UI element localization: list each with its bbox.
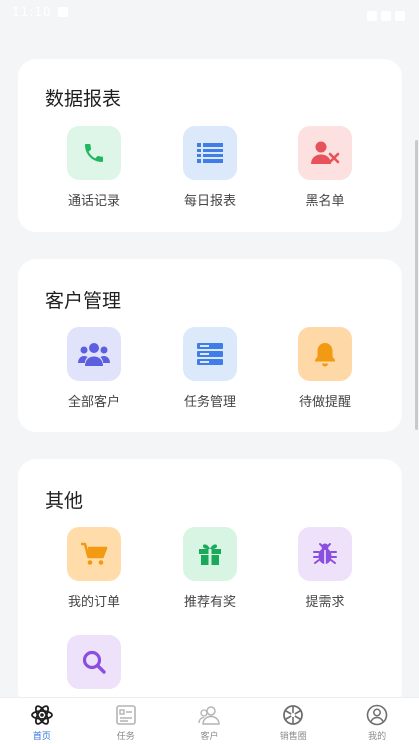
- referral-reward-icon-box: [183, 527, 237, 581]
- status-bar: 11:10: [0, 0, 419, 26]
- system-icons: [363, 6, 409, 21]
- bell-icon: [315, 343, 335, 367]
- tab-sales-circle[interactable]: 销售圈: [251, 698, 335, 744]
- all-customers-tile[interactable]: 全部客户: [49, 327, 139, 410]
- blacklist-icon-box: [298, 126, 352, 180]
- blacklist-tile[interactable]: 黑名单: [280, 126, 370, 209]
- reports-card: 数据报表 通话记录 每日报表 黑名单: [18, 59, 402, 232]
- search-tile[interactable]: [49, 635, 139, 689]
- server-icon: [197, 343, 223, 365]
- atom-icon: [30, 705, 53, 725]
- reminders-tile[interactable]: 待做提醒: [280, 327, 370, 410]
- wifi-icon: [367, 11, 377, 21]
- feature-request-tile[interactable]: 提需求: [280, 527, 370, 610]
- task-management-icon-box: [183, 327, 237, 381]
- tab-customers[interactable]: 客户: [168, 698, 252, 744]
- tab-customers-label: 客户: [200, 732, 219, 742]
- tab-profile[interactable]: 我的: [335, 698, 419, 744]
- status-time: 11:10: [12, 5, 52, 19]
- daily-report-tile[interactable]: 每日报表: [165, 126, 255, 209]
- users-icon: [78, 343, 110, 366]
- daily-report-label: 每日报表: [183, 194, 236, 209]
- referral-reward-tile[interactable]: 推荐有奖: [165, 527, 255, 610]
- scrollbar[interactable]: [415, 140, 418, 430]
- all-customers-icon-box: [67, 327, 121, 381]
- feature-request-icon-box: [298, 527, 352, 581]
- tab-sales-circle-label: 销售圈: [279, 732, 307, 742]
- customers-title: 客户管理: [45, 290, 122, 312]
- daily-report-icon-box: [183, 126, 237, 180]
- reports-title: 数据报表: [45, 88, 122, 110]
- other-title: 其他: [45, 490, 84, 512]
- referral-reward-label: 推荐有奖: [183, 595, 236, 610]
- tab-profile-label: 我的: [368, 732, 387, 742]
- all-customers-label: 全部客户: [67, 395, 120, 410]
- tab-tasks[interactable]: 任务: [84, 698, 168, 744]
- search-icon-box: [67, 635, 121, 689]
- task-management-label: 任务管理: [183, 395, 236, 410]
- cart-icon: [81, 542, 108, 565]
- task-card-icon: [115, 705, 136, 725]
- reminders-label: 待做提醒: [298, 395, 351, 410]
- profile-icon: [366, 704, 388, 726]
- list-icon: [197, 143, 223, 163]
- gift-icon: [199, 544, 221, 565]
- my-orders-icon-box: [67, 527, 121, 581]
- phone-icon: [85, 144, 103, 162]
- my-orders-label: 我的订单: [67, 595, 120, 610]
- tab-home-label: 首页: [32, 732, 51, 742]
- signal-icon: [381, 11, 391, 21]
- battery-icon: [395, 11, 405, 21]
- reminders-icon-box: [298, 327, 352, 381]
- blacklist-label: 黑名单: [305, 194, 345, 209]
- contacts-icon: [198, 706, 221, 725]
- notification-icon: [58, 7, 68, 17]
- call-records-tile[interactable]: 通话记录: [49, 126, 139, 209]
- other-card: 其他 我的订单 推荐有奖 提需求: [18, 459, 402, 709]
- bottom-tab-bar: 首页 任务 客户 销售圈 我的: [0, 697, 419, 744]
- task-management-tile[interactable]: 任务管理: [165, 327, 255, 410]
- customers-card: 客户管理 全部客户 任务管理 待做提醒: [18, 259, 402, 432]
- call-records-icon-box: [67, 126, 121, 180]
- feature-request-label: 提需求: [305, 595, 345, 610]
- aperture-icon: [283, 705, 304, 725]
- tab-home[interactable]: 首页: [0, 698, 84, 744]
- call-records-label: 通话记录: [67, 194, 120, 209]
- bug-icon: [313, 543, 337, 564]
- search-icon: [82, 650, 106, 674]
- tab-tasks-label: 任务: [116, 732, 135, 742]
- my-orders-tile[interactable]: 我的订单: [49, 527, 139, 610]
- block-user-icon: [311, 141, 340, 164]
